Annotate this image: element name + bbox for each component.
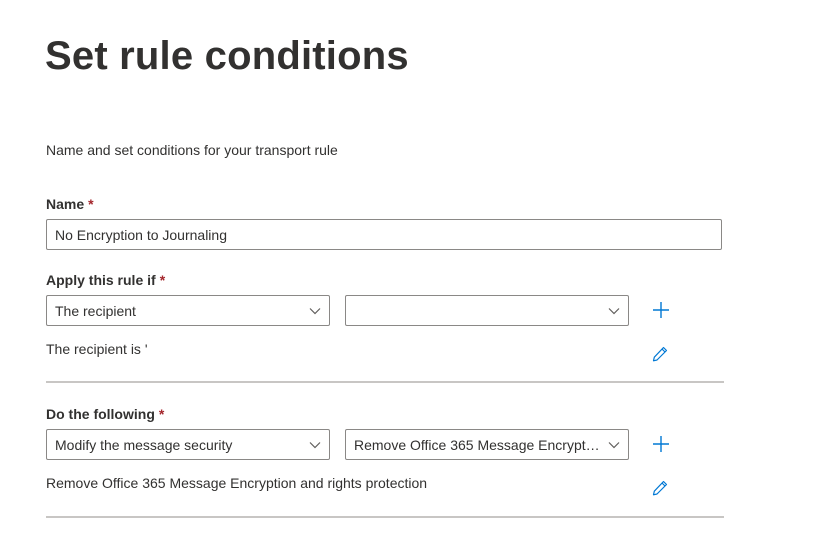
action-summary: Remove Office 365 Message Encryption and… xyxy=(46,475,428,491)
section-divider xyxy=(46,381,724,383)
action-value-dropdown-value: Remove Office 365 Message Encryption and… xyxy=(354,436,600,453)
name-input[interactable] xyxy=(46,219,722,250)
condition-dropdown[interactable]: The recipient xyxy=(46,295,330,326)
condition-dropdown-value: The recipient xyxy=(55,302,136,319)
add-action-button[interactable] xyxy=(649,432,673,456)
action-value-dropdown[interactable]: Remove Office 365 Message Encryption and… xyxy=(345,429,629,460)
chevron-down-icon xyxy=(301,430,329,459)
do-following-label-text: Do the following xyxy=(46,406,155,422)
chevron-down-icon xyxy=(301,296,329,325)
pencil-icon xyxy=(652,480,668,496)
edit-condition-button[interactable] xyxy=(648,342,672,366)
condition-summary: The recipient is ' xyxy=(46,341,148,357)
required-marker: * xyxy=(88,196,94,212)
do-following-label: Do the following * xyxy=(46,406,164,422)
apply-rule-label-text: Apply this rule if xyxy=(46,272,156,288)
condition-value-dropdown[interactable] xyxy=(345,295,629,326)
chevron-down-icon xyxy=(600,430,628,459)
apply-rule-label: Apply this rule if * xyxy=(46,272,165,288)
plus-icon xyxy=(653,436,669,452)
edit-action-button[interactable] xyxy=(648,476,672,500)
add-condition-button[interactable] xyxy=(649,298,673,322)
required-marker: * xyxy=(159,272,166,288)
section-divider xyxy=(46,516,724,518)
chevron-down-icon xyxy=(600,296,628,325)
required-marker: * xyxy=(158,406,165,422)
name-label: Name * xyxy=(46,196,94,212)
name-label-text: Name xyxy=(46,196,85,212)
page-description: Name and set conditions for your transpo… xyxy=(46,142,338,158)
page-title: Set rule conditions xyxy=(45,34,409,78)
action-dropdown-value: Modify the message security xyxy=(55,436,233,453)
pencil-icon xyxy=(652,346,668,362)
action-dropdown[interactable]: Modify the message security xyxy=(46,429,330,460)
plus-icon xyxy=(653,302,669,318)
